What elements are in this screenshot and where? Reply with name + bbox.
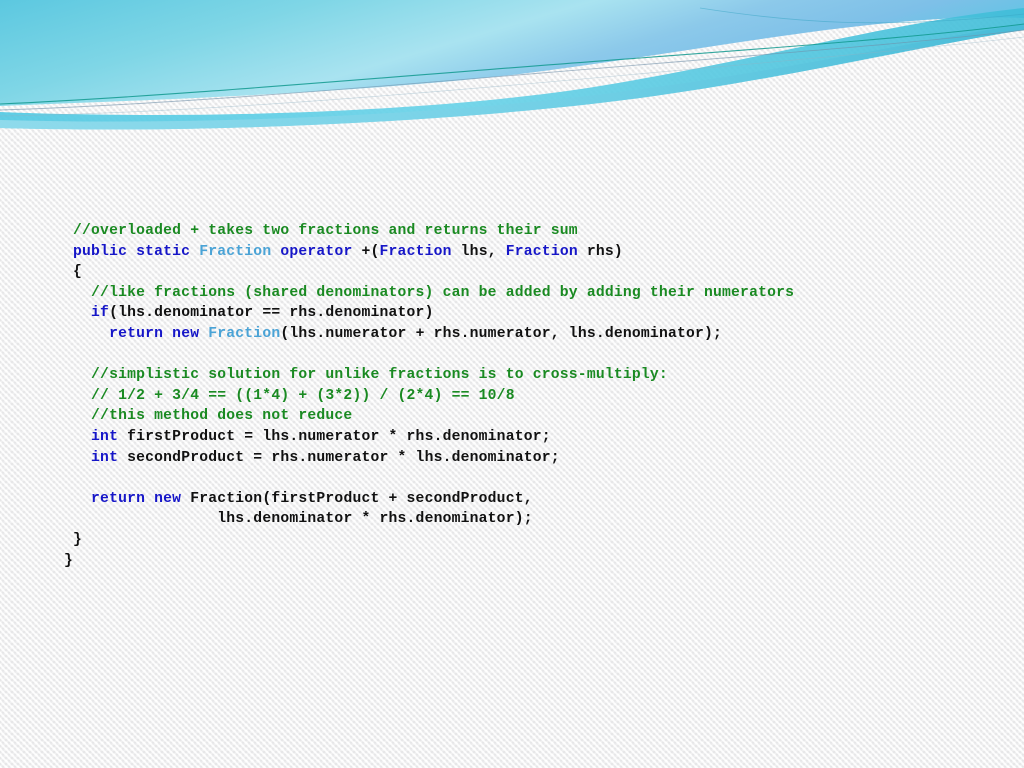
code-line: return new Fraction(firstProduct + secon… [64,489,794,510]
decorative-wave-banner [0,0,1024,130]
code-token-txt: { [73,264,83,281]
code-listing: //overloaded + takes two fractions and r… [64,221,794,571]
code-token-txt: firstProduct = lhs.numerator * rhs.denom… [118,428,551,445]
code-token-kw: if [91,305,110,322]
code-line: if(lhs.denominator == rhs.denominator) [64,303,794,324]
slide-canvas: //overloaded + takes two fractions and r… [0,0,1024,768]
code-line: // 1/2 + 3/4 == ((1*4) + (3*2)) / (2*4) … [64,386,794,407]
code-token-txt: rhs) [577,243,623,260]
code-token-cmt: //overloaded + takes two fractions and r… [73,223,578,239]
code-token-kw: public static [73,243,200,260]
code-token-kw: int [91,449,119,466]
code-token-type: Fraction [199,243,281,260]
code-token-txt: lhs.denominator * rhs.denominator); [217,511,533,528]
code-token-kw: return new [91,490,191,507]
code-line: //overloaded + takes two fractions and r… [64,221,794,242]
code-token-kw: return new [109,325,209,342]
code-token-kw: Fraction [505,243,578,260]
code-token-cmt: //simplistic solution for unlike fractio… [91,367,668,384]
code-token-cmt: //like fractions (shared denominators) c… [91,284,795,301]
code-token-kw: Fraction [379,243,452,260]
code-line: //simplistic solution for unlike fractio… [64,365,794,386]
code-token-cmt: //this method does not reduce [91,408,353,425]
code-token-cmt: // 1/2 + 3/4 == ((1*4) + (3*2)) / (2*4) … [91,387,515,404]
code-token-type: Fraction [208,325,281,342]
code-token-txt: } [73,531,83,548]
code-line: //like fractions (shared denominators) c… [64,283,794,304]
code-token-kw: operator [280,243,362,260]
code-line: } [64,551,794,572]
code-line: //this method does not reduce [64,406,794,427]
code-line: } [64,530,794,551]
code-token-txt: Fraction(firstProduct + secondProduct, [190,490,533,507]
code-line: int firstProduct = lhs.numerator * rhs.d… [64,427,794,448]
code-token-txt: lhs, [451,243,506,260]
code-line: lhs.denominator * rhs.denominator); [64,509,794,530]
code-line: return new Fraction(lhs.numerator + rhs.… [64,324,794,345]
code-token-txt: +( [361,243,380,260]
code-token-txt: (lhs.denominator == rhs.denominator) [109,305,434,322]
code-token-txt: secondProduct = rhs.numerator * lhs.deno… [118,449,560,466]
code-line: { [64,262,794,283]
code-token-txt: } [64,552,74,569]
code-line: public static Fraction operator +(Fracti… [64,242,794,263]
code-token-txt: (lhs.numerator + rhs.numerator, lhs.deno… [280,325,723,342]
code-line: int secondProduct = rhs.numerator * lhs.… [64,448,794,469]
code-token-kw: int [91,428,119,445]
